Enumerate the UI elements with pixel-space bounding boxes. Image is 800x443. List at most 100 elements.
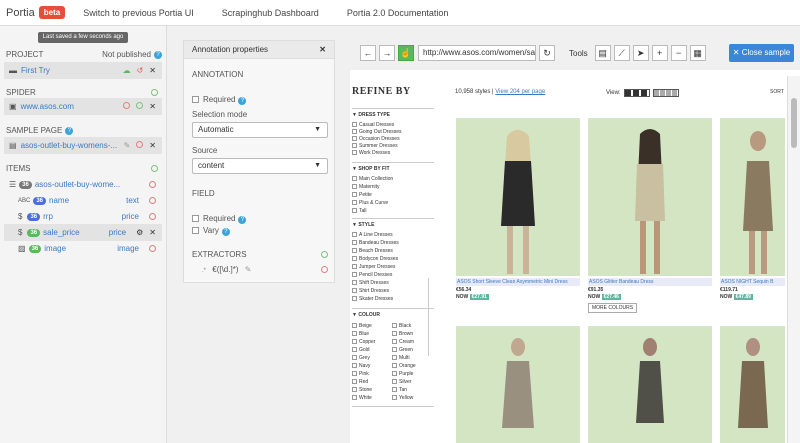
add-tool-button[interactable]: +	[651, 45, 668, 61]
source-select[interactable]: content ▼	[192, 158, 328, 174]
cloud-upload-icon[interactable]: ☁	[123, 66, 131, 75]
filter-option[interactable]: Summer Dresses	[352, 143, 398, 149]
reload-button[interactable]: ↻	[539, 45, 555, 61]
filter-option[interactable]: Yellow	[392, 395, 413, 401]
field-row[interactable]: $ 36 rrp price	[4, 208, 162, 225]
scrollbar-thumb[interactable]	[791, 98, 797, 148]
help-icon[interactable]: ?	[154, 50, 162, 59]
required-checkbox[interactable]: Required?	[192, 95, 247, 105]
field-row[interactable]: ▨ 36 image image	[4, 240, 162, 257]
edit-icon[interactable]: ✎	[124, 141, 131, 150]
url-input[interactable]: http://www.asos.com/women/sale/	[418, 45, 536, 61]
item-root-row[interactable]: ☰ 36 asos-outlet-buy-wome...	[4, 176, 162, 193]
delete-field-icon[interactable]	[149, 197, 156, 204]
filter-option[interactable]: White	[352, 395, 372, 401]
link-dashboard[interactable]: Scrapinghub Dashboard	[222, 8, 319, 18]
filter-option[interactable]: Beach Dresses	[352, 248, 393, 254]
close-icon[interactable]: ✕	[149, 102, 156, 111]
selection-mode-select[interactable]: Automatic ▼	[192, 122, 328, 138]
link-previous-ui[interactable]: Switch to previous Portia UI	[83, 8, 194, 18]
add-item-icon[interactable]	[151, 165, 158, 172]
checkbox[interactable]	[192, 227, 199, 235]
close-icon[interactable]: ✕	[149, 66, 156, 75]
help-icon[interactable]: ?	[238, 97, 247, 105]
product-image[interactable]	[456, 118, 580, 276]
grid-tool-button[interactable]: ▦	[689, 45, 706, 61]
field-row-selected[interactable]: $ 36 sale_price price ⚙ ✕	[4, 224, 162, 241]
filter-option[interactable]: Gold	[352, 347, 370, 353]
project-name[interactable]: First Try	[21, 66, 50, 75]
close-sample-button[interactable]: ✕ Close sample	[729, 44, 794, 62]
sample-name[interactable]: asos-outlet-buy-womens-...	[21, 141, 117, 150]
filter-option[interactable]: Occasion Dresses	[352, 136, 400, 142]
field-type[interactable]: price	[109, 228, 126, 237]
filter-option[interactable]: Bandeau Dresses	[352, 240, 399, 246]
field-name[interactable]: name	[49, 196, 69, 205]
field-name[interactable]: rrp	[43, 212, 53, 221]
spider-name[interactable]: www.asos.com	[21, 102, 74, 111]
filter-option[interactable]: Jumper Dresses	[352, 264, 395, 270]
back-button[interactable]: ←	[360, 45, 376, 61]
product-title[interactable]: ASOS Short Sleeve Clean Asymmetric Mini …	[456, 278, 580, 286]
field-type[interactable]: price	[122, 212, 139, 221]
filter-option[interactable]: Pencil Dresses	[352, 272, 392, 278]
filter-option[interactable]: Tan	[392, 387, 407, 393]
run-spider-icon[interactable]	[136, 102, 144, 109]
extractor-row[interactable]: .* €([\d.]*) ✎	[202, 265, 328, 274]
filter-option[interactable]: Brown	[392, 331, 413, 337]
field-name[interactable]: sale_price	[43, 228, 79, 237]
close-icon[interactable]: ✕	[149, 141, 156, 150]
checkbox[interactable]	[192, 96, 199, 104]
close-icon[interactable]: ✕	[149, 228, 156, 237]
product-title[interactable]: ASOS NIGHT Sequin B	[720, 278, 785, 286]
filter-scrollbar[interactable]	[428, 278, 433, 356]
filter-option[interactable]: Casual Dresses	[352, 122, 394, 128]
close-icon[interactable]: ✕	[319, 45, 326, 54]
filter-option[interactable]: A Line Dresses	[352, 232, 393, 238]
filter-option[interactable]: Blue	[352, 331, 369, 337]
delete-extractor-icon[interactable]	[321, 266, 328, 273]
filter-option[interactable]: Pink	[352, 371, 369, 377]
filter-option[interactable]: Petite	[352, 192, 372, 198]
filter-option[interactable]: Black	[392, 323, 411, 329]
forward-button[interactable]: →	[379, 45, 395, 61]
filter-option[interactable]: Tall	[352, 208, 367, 214]
help-icon[interactable]: ?	[221, 228, 230, 236]
vary-checkbox[interactable]: Vary?	[192, 226, 230, 236]
product-image[interactable]	[720, 326, 785, 443]
filter-option[interactable]: Going Out Dresses	[352, 129, 402, 135]
filter-option[interactable]: Navy	[352, 363, 370, 369]
filter-option[interactable]: Purple	[392, 371, 413, 377]
delete-item-icon[interactable]	[149, 181, 156, 188]
filter-option[interactable]: Stone	[352, 387, 372, 393]
delete-field-icon[interactable]	[149, 245, 156, 252]
sample-row[interactable]: ▤ asos-outlet-buy-womens-... ✎ ✕	[4, 137, 162, 154]
filter-option[interactable]: Green	[392, 347, 413, 353]
product-image[interactable]	[588, 118, 712, 276]
filter-option[interactable]: Main Collection	[352, 176, 393, 182]
field-type[interactable]: image	[117, 244, 139, 253]
filter-option[interactable]: Multi	[392, 355, 410, 361]
filter-option[interactable]: Maternity	[352, 184, 380, 190]
filter-option[interactable]: Shift Dresses	[352, 280, 389, 286]
document-tool-button[interactable]: ▤	[594, 45, 611, 61]
filter-option[interactable]: Beige	[352, 323, 372, 329]
delete-sample-icon[interactable]	[136, 141, 144, 148]
spider-row[interactable]: ▣ www.asos.com ✕	[4, 98, 162, 115]
filter-option[interactable]: Shirt Dresses	[352, 288, 389, 294]
add-spider-icon[interactable]	[151, 89, 158, 96]
grid-small-view-button[interactable]	[652, 89, 679, 97]
field-required-checkbox[interactable]: Required?	[192, 214, 247, 224]
page-scrollbar[interactable]	[787, 76, 800, 443]
edit-icon[interactable]: ✎	[245, 265, 252, 274]
filter-option[interactable]: Cream	[392, 339, 414, 345]
project-row[interactable]: ▬ First Try ☁ ↺ ✕	[4, 62, 162, 79]
view-per-page-link[interactable]: View 204 per page	[495, 89, 545, 95]
link-documentation[interactable]: Portia 2.0 Documentation	[347, 8, 449, 18]
delete-spider-icon[interactable]	[123, 102, 131, 109]
filter-option[interactable]: Orange	[392, 363, 416, 369]
delete-field-icon[interactable]	[149, 213, 156, 220]
field-row[interactable]: ABC 36 name text	[4, 192, 162, 209]
filter-option[interactable]: Work Dresses	[352, 150, 390, 156]
discard-icon[interactable]: ↺	[137, 66, 144, 75]
